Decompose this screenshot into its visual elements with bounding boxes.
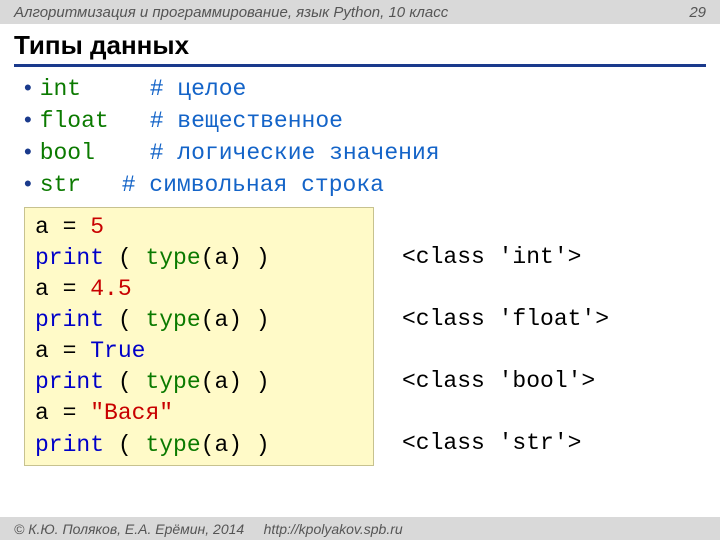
bullet-item: • str# символьная строка <box>24 169 696 201</box>
output-blank <box>402 211 609 242</box>
type-name: str <box>40 170 122 201</box>
slide-title: Типы данных <box>14 30 706 64</box>
code-line: print ( type(a) ) <box>35 430 363 461</box>
slide-footer: © К.Ю. Поляков, Е.А. Ерёмин, 2014 http:/… <box>0 517 720 540</box>
type-comment: # целое <box>150 74 247 105</box>
course-name: Алгоритмизация и программирование, язык … <box>14 4 448 21</box>
type-comment: # логические значения <box>150 138 440 169</box>
output-column: <class 'int'> <class 'float'> <class 'bo… <box>374 207 609 459</box>
code-box: a = 5print ( type(a) )a = 4.5print ( typ… <box>24 207 374 465</box>
bullet-item: • bool# логические значения <box>24 137 696 169</box>
code-line: a = 4.5 <box>35 274 363 305</box>
code-line: a = True <box>35 336 363 367</box>
content: • int# целое • float# вещественное • bool# ло… <box>0 67 720 466</box>
bullet-dot: • <box>24 105 32 135</box>
page-number: 29 <box>689 4 706 21</box>
code-line: a = 5 <box>35 212 363 243</box>
output-blank <box>402 273 609 304</box>
output-blank <box>402 335 609 366</box>
bullet-item: • float# вещественное <box>24 105 696 137</box>
bullet-dot: • <box>24 169 32 199</box>
type-name: int <box>40 74 150 105</box>
bullet-dot: • <box>24 73 32 103</box>
slide-header: Алгоритмизация и программирование, язык … <box>0 0 720 24</box>
bullet-item: • int# целое <box>24 73 696 105</box>
bullet-list: • int# целое • float# вещественное • bool# ло… <box>24 73 696 201</box>
footer-url: http://kpolyakov.spb.ru <box>264 521 403 537</box>
type-name: float <box>40 106 150 137</box>
output-blank <box>402 397 609 428</box>
code-line: print ( type(a) ) <box>35 367 363 398</box>
code-area: a = 5print ( type(a) )a = 4.5print ( typ… <box>24 207 696 465</box>
title-row: Типы данных <box>0 24 720 64</box>
code-line: print ( type(a) ) <box>35 305 363 336</box>
code-line: a = "Вася" <box>35 398 363 429</box>
type-comment: # символьная строка <box>122 170 384 201</box>
type-name: bool <box>40 138 150 169</box>
copyright: © К.Ю. Поляков, Е.А. Ерёмин, 2014 <box>14 521 244 537</box>
output-line: <class 'int'> <box>402 242 609 273</box>
code-line: print ( type(a) ) <box>35 243 363 274</box>
type-comment: # вещественное <box>150 106 343 137</box>
output-line: <class 'str'> <box>402 428 609 459</box>
output-line: <class 'bool'> <box>402 366 609 397</box>
output-line: <class 'float'> <box>402 304 609 335</box>
bullet-dot: • <box>24 137 32 167</box>
